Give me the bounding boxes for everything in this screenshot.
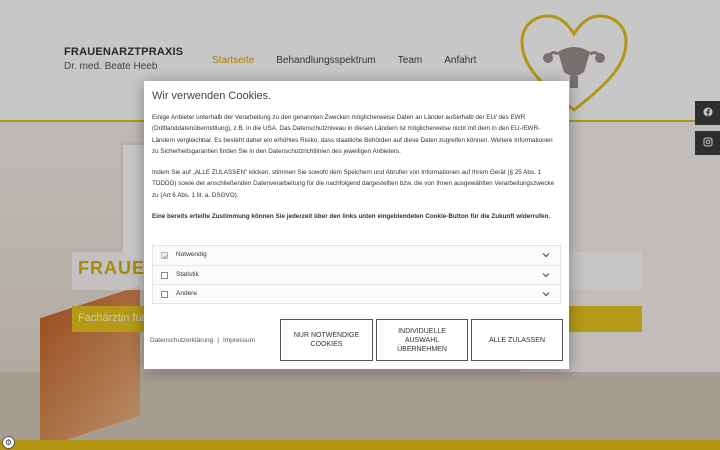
cookie-settings-icon: ⚙ — [4, 438, 13, 447]
cookie-settings-button[interactable]: ⚙ — [2, 436, 15, 449]
checkbox-andere[interactable] — [161, 291, 168, 298]
checkbox-statistik[interactable] — [161, 271, 168, 279]
cookie-footer-links: Datenschutzerklärung | Impressum — [150, 337, 255, 344]
category-statistik[interactable]: Statistik — [152, 264, 561, 284]
category-label: Statistik — [176, 270, 199, 278]
category-label: Notwendig — [176, 251, 207, 258]
chevron-down-icon[interactable] — [541, 270, 551, 280]
chevron-down-icon[interactable] — [541, 289, 551, 299]
cookie-text-third-country: Einige Anbieter unterhalb der Verarbeitu… — [152, 114, 553, 155]
cookie-categories: Notwendig Statistik Andere — [152, 245, 561, 304]
privacy-link[interactable]: Datenschutzerklärung — [150, 337, 213, 344]
link-separator: | — [217, 337, 219, 344]
cookie-dialog-title: Wir verwenden Cookies. — [152, 90, 272, 102]
allow-all-button[interactable]: ALLE ZULASSEN — [471, 319, 563, 361]
cookie-text-consent: Indem Sie auf „ALLE ZULASSEN" klicken, s… — [152, 169, 555, 199]
necessary-cookies-button[interactable]: NUR NOTWENDIGE COOKIES — [280, 319, 373, 361]
imprint-link[interactable]: Impressum — [223, 337, 255, 344]
category-label: Andere — [176, 290, 197, 297]
cookie-text-revoke: Eine bereits erteilte Zustimmung können … — [152, 213, 551, 220]
cookie-consent-dialog: Wir verwenden Cookies. Einige Anbieter u… — [144, 81, 569, 369]
individual-selection-button[interactable]: INDIVIDUELLE AUSWAHL ÜBERNEHMEN — [376, 319, 468, 361]
checkbox-notwendig — [161, 252, 169, 259]
category-notwendig[interactable]: Notwendig — [152, 245, 561, 265]
chevron-down-icon[interactable] — [541, 250, 551, 260]
category-andere[interactable]: Andere — [152, 284, 561, 304]
